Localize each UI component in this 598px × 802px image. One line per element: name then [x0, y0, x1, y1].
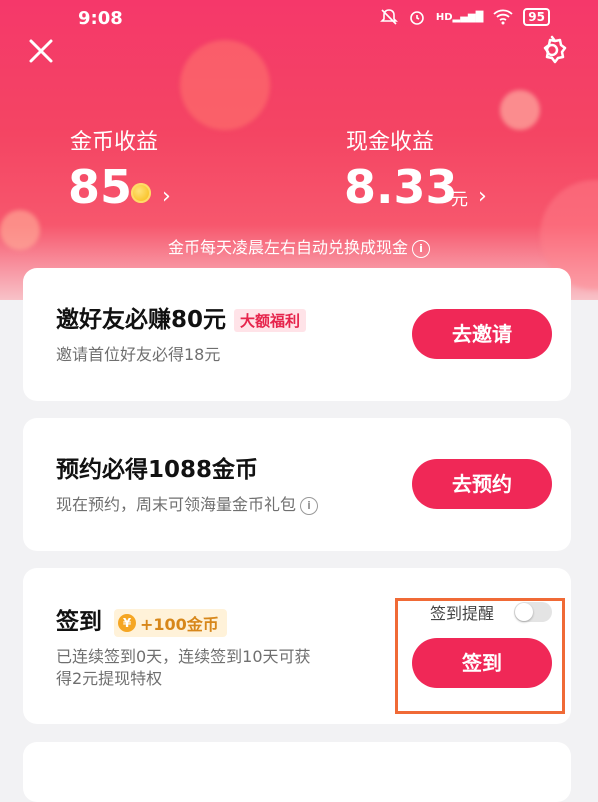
status-icons: HD▂▄▆█ 95 — [379, 8, 550, 26]
checkin-subtitle-line2: 得2元提现特权 — [56, 669, 163, 688]
exchange-note-text: 金币每天凌晨左右自动兑换成现金 — [167, 238, 408, 257]
alarm-icon — [410, 11, 424, 25]
mute-icon — [379, 9, 398, 25]
gear-icon[interactable] — [536, 34, 568, 66]
header-banner: 9:08 HD▂▄▆█ 95 金币收益 85 › 现金收益 8.33 元 › 金… — [0, 0, 598, 300]
next-card — [23, 742, 571, 802]
info-icon[interactable]: i — [300, 496, 319, 515]
highlight-box — [395, 598, 565, 714]
battery-icon: 95 — [523, 8, 550, 26]
checkin-subtitle-line1: 已连续签到0天，连续签到10天可获 — [56, 647, 311, 666]
exchange-note: 金币每天凌晨左右自动兑换成现金 i — [0, 234, 598, 258]
status-bar: 9:08 HD▂▄▆█ 95 — [0, 8, 598, 30]
invite-button[interactable]: 去邀请 — [412, 309, 552, 359]
close-icon[interactable] — [26, 36, 56, 66]
reserve-subtitle: 现在预约，周末可领海量金币礼包 — [56, 495, 297, 514]
reserve-button[interactable]: 去预约 — [412, 459, 552, 509]
checkin-title: 签到 — [56, 609, 102, 635]
invite-title: 邀好友必赚80元 — [56, 307, 227, 333]
status-time: 9:08 — [78, 8, 123, 29]
reserve-title: 预约必得1088金币 — [56, 457, 259, 483]
checkin-reward-tag: ¥ +100金币 — [114, 608, 227, 637]
cash-earnings-value[interactable]: 8.33 — [344, 160, 458, 214]
reserve-subtitle-row: 现在预约，周末可领海量金币礼包 i — [56, 494, 319, 516]
coin-earnings-label: 金币收益 — [70, 130, 159, 155]
invite-tag: 大额福利 — [234, 309, 307, 332]
checkin-reward: +100金币 — [140, 614, 219, 634]
cash-earnings-label: 现金收益 — [346, 130, 435, 155]
yen-coin-icon: ¥ — [118, 613, 136, 632]
chevron-right-icon[interactable]: › — [478, 184, 487, 209]
invite-card: 邀好友必赚80元 大额福利 邀请首位好友必得18元 去邀请 — [23, 268, 571, 401]
invite-title-row: 邀好友必赚80元 大额福利 — [56, 300, 307, 334]
wifi-icon — [493, 9, 513, 25]
coin-earnings-value[interactable]: 85 — [68, 160, 132, 214]
reserve-card: 预约必得1088金币 现在预约，周末可领海量金币礼包 i 去预约 — [23, 418, 571, 551]
invite-subtitle: 邀请首位好友必得18元 — [56, 345, 221, 364]
gold-coin-icon — [131, 183, 151, 203]
chevron-right-icon[interactable]: › — [162, 184, 171, 209]
decor-blob — [500, 90, 540, 130]
checkin-subtitle: 已连续签到0天，连续签到10天可获 得2元提现特权 — [56, 646, 311, 690]
cash-unit: 元 — [451, 190, 468, 210]
signal-icon: HD▂▄▆█ — [435, 11, 484, 23]
decor-blob — [180, 40, 270, 130]
checkin-title-row: 签到 ¥ +100金币 — [56, 602, 227, 637]
info-icon[interactable]: i — [412, 239, 430, 258]
